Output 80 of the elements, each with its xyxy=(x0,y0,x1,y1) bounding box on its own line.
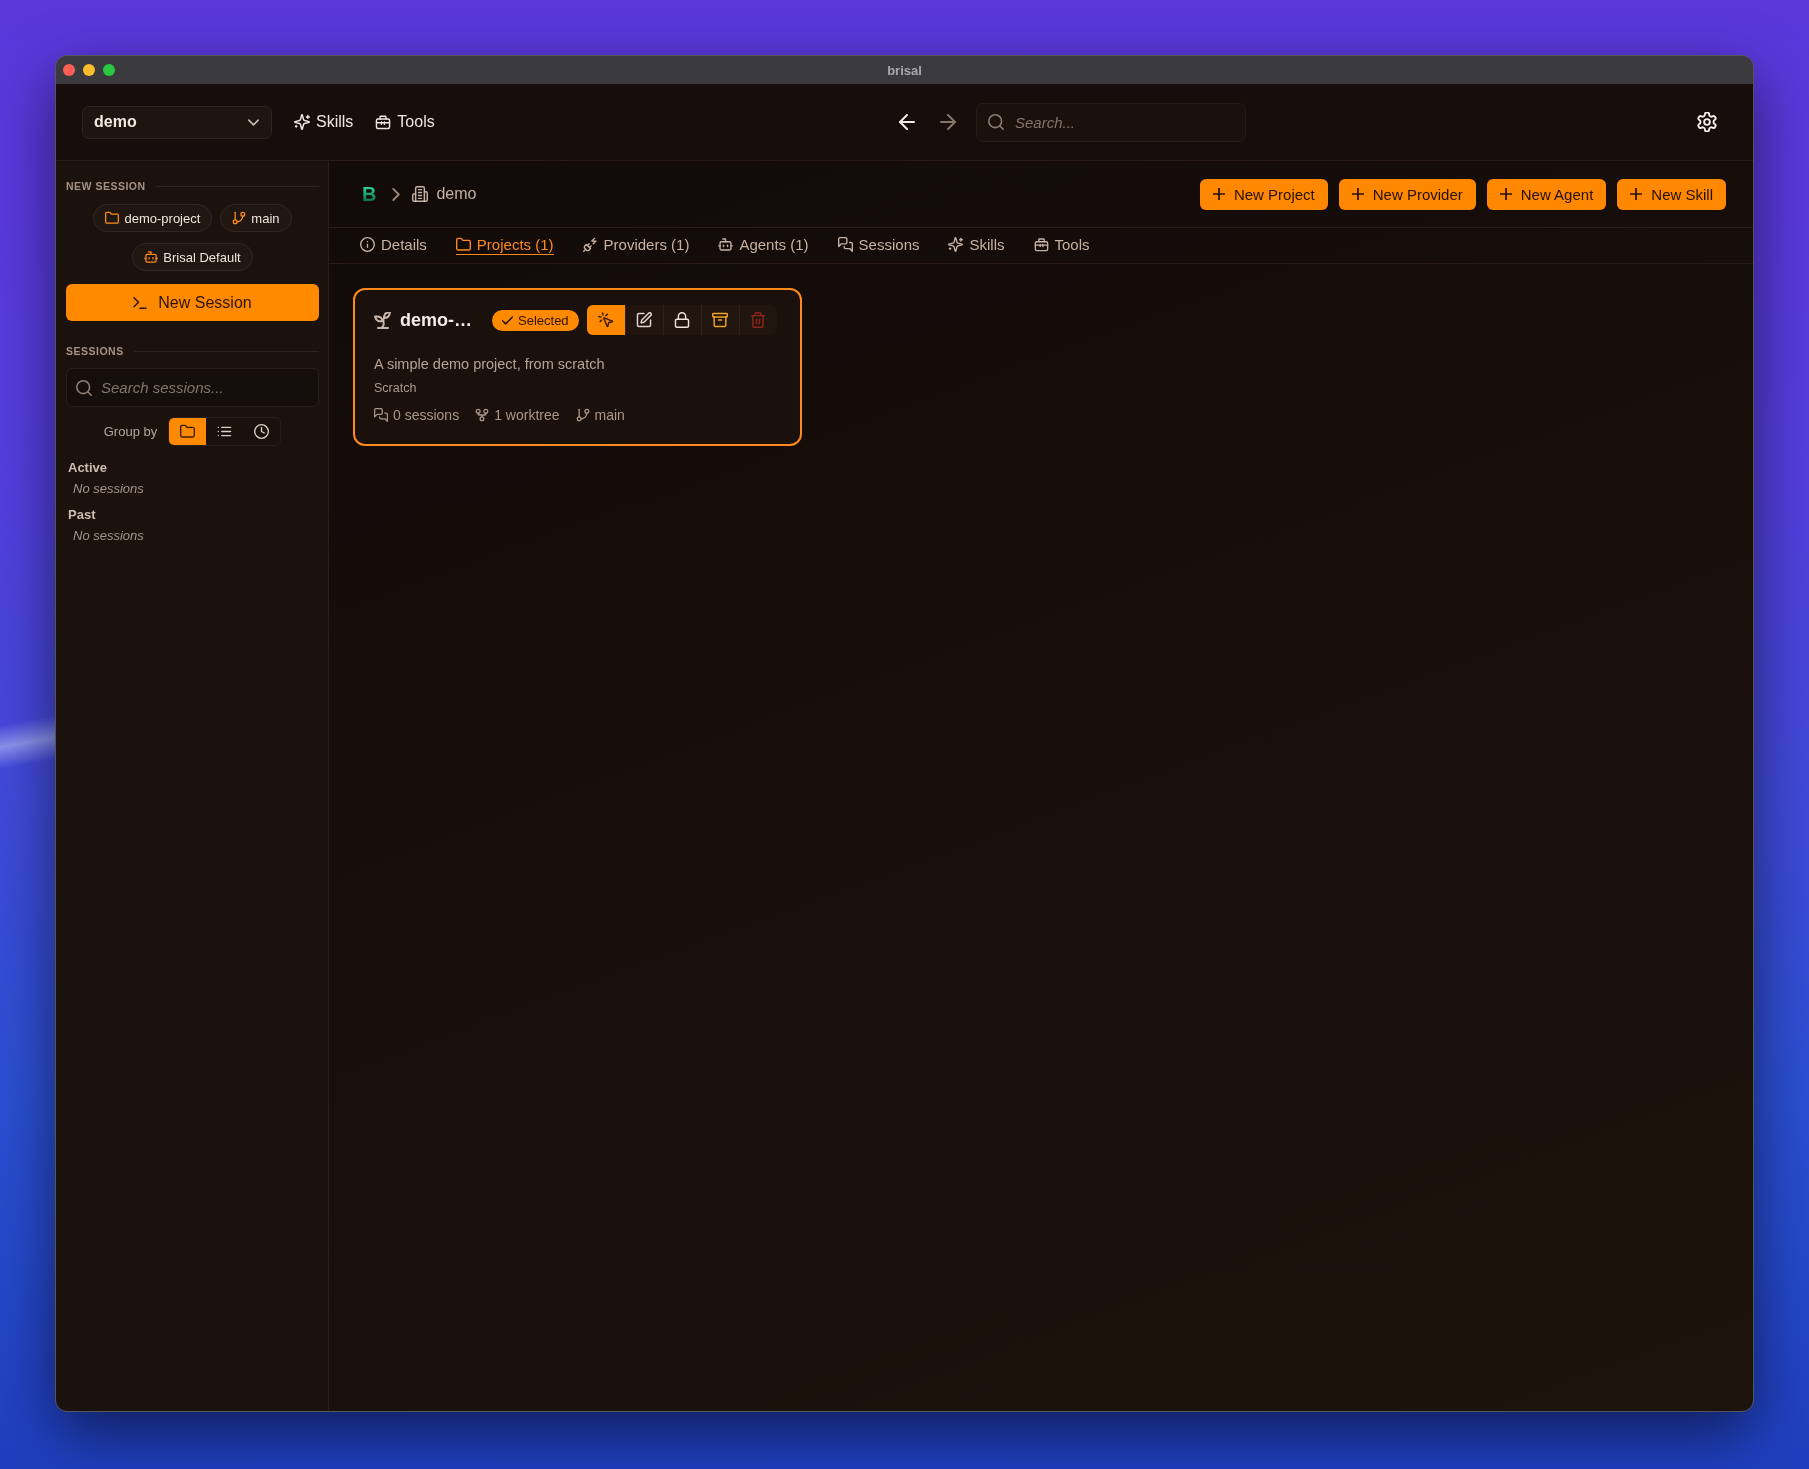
list-icon xyxy=(217,424,233,439)
chevron-right-icon xyxy=(392,187,401,201)
create-button[interactable]: New Skill xyxy=(1617,178,1726,210)
toolbox-icon xyxy=(375,114,392,130)
folder-icon xyxy=(455,237,471,252)
tab[interactable]: Providers (1) xyxy=(582,236,690,255)
archive-icon xyxy=(712,312,729,328)
plug-icon xyxy=(582,237,598,252)
terminal-icon xyxy=(133,296,148,309)
nav-link[interactable]: Tools xyxy=(375,113,435,131)
project-stat: 0 sessions xyxy=(393,406,460,424)
chevron-down-icon xyxy=(248,118,259,126)
plus-icon xyxy=(1630,188,1643,200)
tab[interactable]: Agents (1) xyxy=(718,236,809,255)
branch-icon xyxy=(232,211,247,225)
search-icon xyxy=(988,114,1004,130)
create-button[interactable]: New Provider xyxy=(1338,178,1476,210)
group-heading: Past xyxy=(68,507,97,523)
window-title: brisal xyxy=(887,62,922,78)
chat-bubbles-icon xyxy=(374,408,388,422)
sparkles-icon xyxy=(294,114,310,130)
clock-icon xyxy=(254,424,270,439)
create-button[interactable]: New Agent xyxy=(1486,178,1607,210)
trash-icon xyxy=(750,312,767,328)
folder-icon xyxy=(180,424,196,439)
project-title: demo-… xyxy=(400,309,472,331)
close-window-icon[interactable] xyxy=(63,64,75,76)
selector-chip[interactable]: Brisal Default xyxy=(132,243,253,271)
arrow-right-icon xyxy=(940,114,956,130)
sprout-icon xyxy=(374,311,391,329)
toolbox-icon xyxy=(1033,237,1049,252)
empty-state-text: No sessions xyxy=(72,481,145,497)
session-search-field[interactable]: Search sessions... xyxy=(66,368,319,407)
selector-chip[interactable]: main xyxy=(220,204,292,232)
info-icon xyxy=(360,237,375,252)
minimize-window-icon[interactable] xyxy=(83,64,95,76)
lock-icon xyxy=(674,312,691,328)
project-stat: 1 worktree xyxy=(494,406,560,424)
robot-icon xyxy=(144,250,159,264)
tab[interactable]: Sessions xyxy=(837,236,920,255)
create-button[interactable]: New Project xyxy=(1199,178,1328,210)
project-template: Scratch xyxy=(374,380,418,396)
search-icon xyxy=(76,379,92,396)
group-by-label: Group by xyxy=(103,424,158,439)
search-field[interactable]: Search... xyxy=(976,102,1246,142)
breadcrumb-item[interactable]: demo xyxy=(436,185,477,203)
robot-icon xyxy=(718,237,734,252)
building-icon xyxy=(412,186,429,202)
project-description: A simple demo project, from scratch xyxy=(374,355,606,373)
zoom-window-icon[interactable] xyxy=(103,64,115,76)
section-heading: SESSIONS xyxy=(66,345,124,357)
new-session-button[interactable]: New Session xyxy=(66,284,319,321)
plus-icon xyxy=(1351,188,1364,200)
app-logo: B xyxy=(362,184,377,204)
group-by-option[interactable] xyxy=(169,418,207,445)
nav-link[interactable]: Skills xyxy=(294,113,354,131)
sparkles-icon xyxy=(948,237,964,252)
folder-icon xyxy=(105,211,120,225)
selector-chip[interactable]: demo-project xyxy=(93,204,213,232)
tab[interactable]: Skills xyxy=(948,236,1005,255)
fork-icon xyxy=(475,408,490,422)
empty-state-text: No sessions xyxy=(72,528,145,544)
settings-icon xyxy=(1697,112,1717,132)
project-dropdown[interactable]: demo xyxy=(82,105,272,139)
tab[interactable]: Projects (1) xyxy=(455,236,554,255)
selected-badge: Selected xyxy=(492,309,579,331)
tab[interactable]: Tools xyxy=(1033,236,1090,255)
tab[interactable]: Details xyxy=(360,236,427,255)
select-button[interactable] xyxy=(586,305,625,335)
section-heading: NEW SESSION xyxy=(66,180,146,192)
project-stat: main xyxy=(594,406,625,424)
plus-icon xyxy=(1212,188,1225,200)
group-heading: Active xyxy=(68,460,109,476)
project-card[interactable]: demo-… Selected A simple demo project, from scratch Scratch 0 sessions 1 worktree main xyxy=(353,288,802,446)
check-icon xyxy=(502,314,513,326)
cursor-click-icon xyxy=(597,312,614,328)
edit-icon xyxy=(636,312,653,328)
plus-icon xyxy=(1499,188,1512,200)
branch-icon xyxy=(575,408,590,422)
chat-bubbles-icon xyxy=(837,237,853,252)
